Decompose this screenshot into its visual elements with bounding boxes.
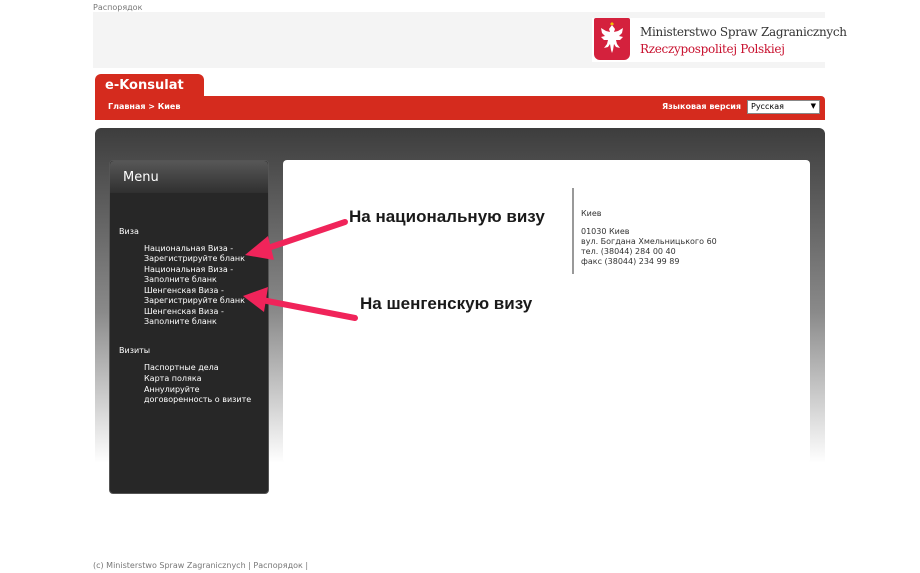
- annotation-arrows: [243, 219, 358, 321]
- annotation-national-visa: На национальную визу: [349, 207, 545, 226]
- arrow-schengen-icon: [243, 287, 358, 321]
- arrow-national-icon: [245, 219, 348, 260]
- footer: (c) Ministerstwo Spraw Zagranicznych | Р…: [93, 561, 309, 570]
- annotation-schengen-visa: На шенгенскую визу: [360, 294, 533, 313]
